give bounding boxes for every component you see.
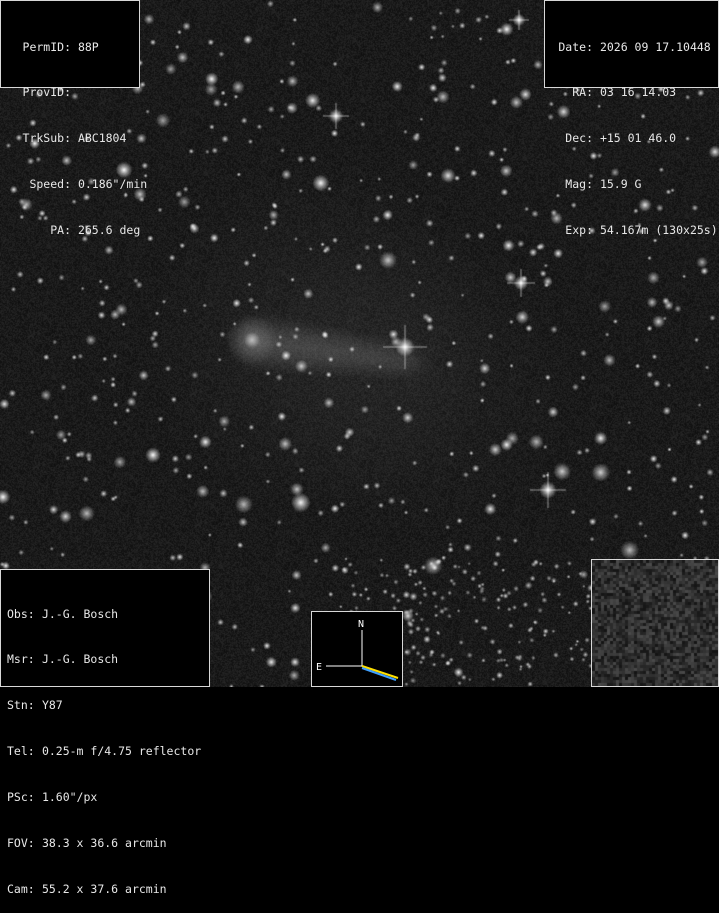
object-info-panel: PermID: 88P ProvID: TrkSub: ABC1804 Spee… [0,0,147,237]
info-row-obs: Obs: J.-G. Bosch [7,606,119,621]
observer-info-panel: Obs: J.-G. Bosch Msr: J.-G. Bosch Stn: Y… [0,569,210,896]
info-row-psc: PSc: 1.60"/px [7,790,98,805]
info-row-ra: RA: 03 16 14.03 [572,85,677,100]
info-row-date: Date: 2026 09 17.10448 [558,39,711,54]
comet-zoom-inset [591,559,719,687]
info-row-stn: Stn: Y87 [7,698,63,713]
east-label: E [316,662,322,673]
info-row-permid: PermID: 88P [22,39,99,54]
info-row-fov: FOV: 38.3 x 36.6 arcmin [7,836,167,851]
info-row-pa: PA: 265.6 deg [50,223,141,238]
info-row-mag: Mag: 15.9 G [565,177,642,192]
info-row-msr: Msr: J.-G. Bosch [7,652,119,667]
info-row-cam: Cam: 55.2 x 37.6 arcmin [7,881,167,896]
inset-noise-image [592,560,718,686]
motion-vector-line [361,665,399,679]
compass-rose: N E [311,611,403,687]
info-row-exp: Exp: 54.167m (130x25s) [565,223,718,238]
info-row-trksub: TrkSub: ABC1804 [22,131,127,146]
sun-vector-line [361,667,397,681]
info-row-provid: ProvID: [22,85,71,100]
observation-info-panel: Date: 2026 09 17.10448 RA: 03 16 14.03 D… [544,0,719,237]
north-label: N [358,619,364,630]
info-row-speed: Speed: 0.186"/min [29,177,148,192]
info-row-tel: Tel: 0.25-m f/4.75 reflector [7,744,202,759]
info-row-dec: Dec: +15 01 46.0 [565,131,677,146]
